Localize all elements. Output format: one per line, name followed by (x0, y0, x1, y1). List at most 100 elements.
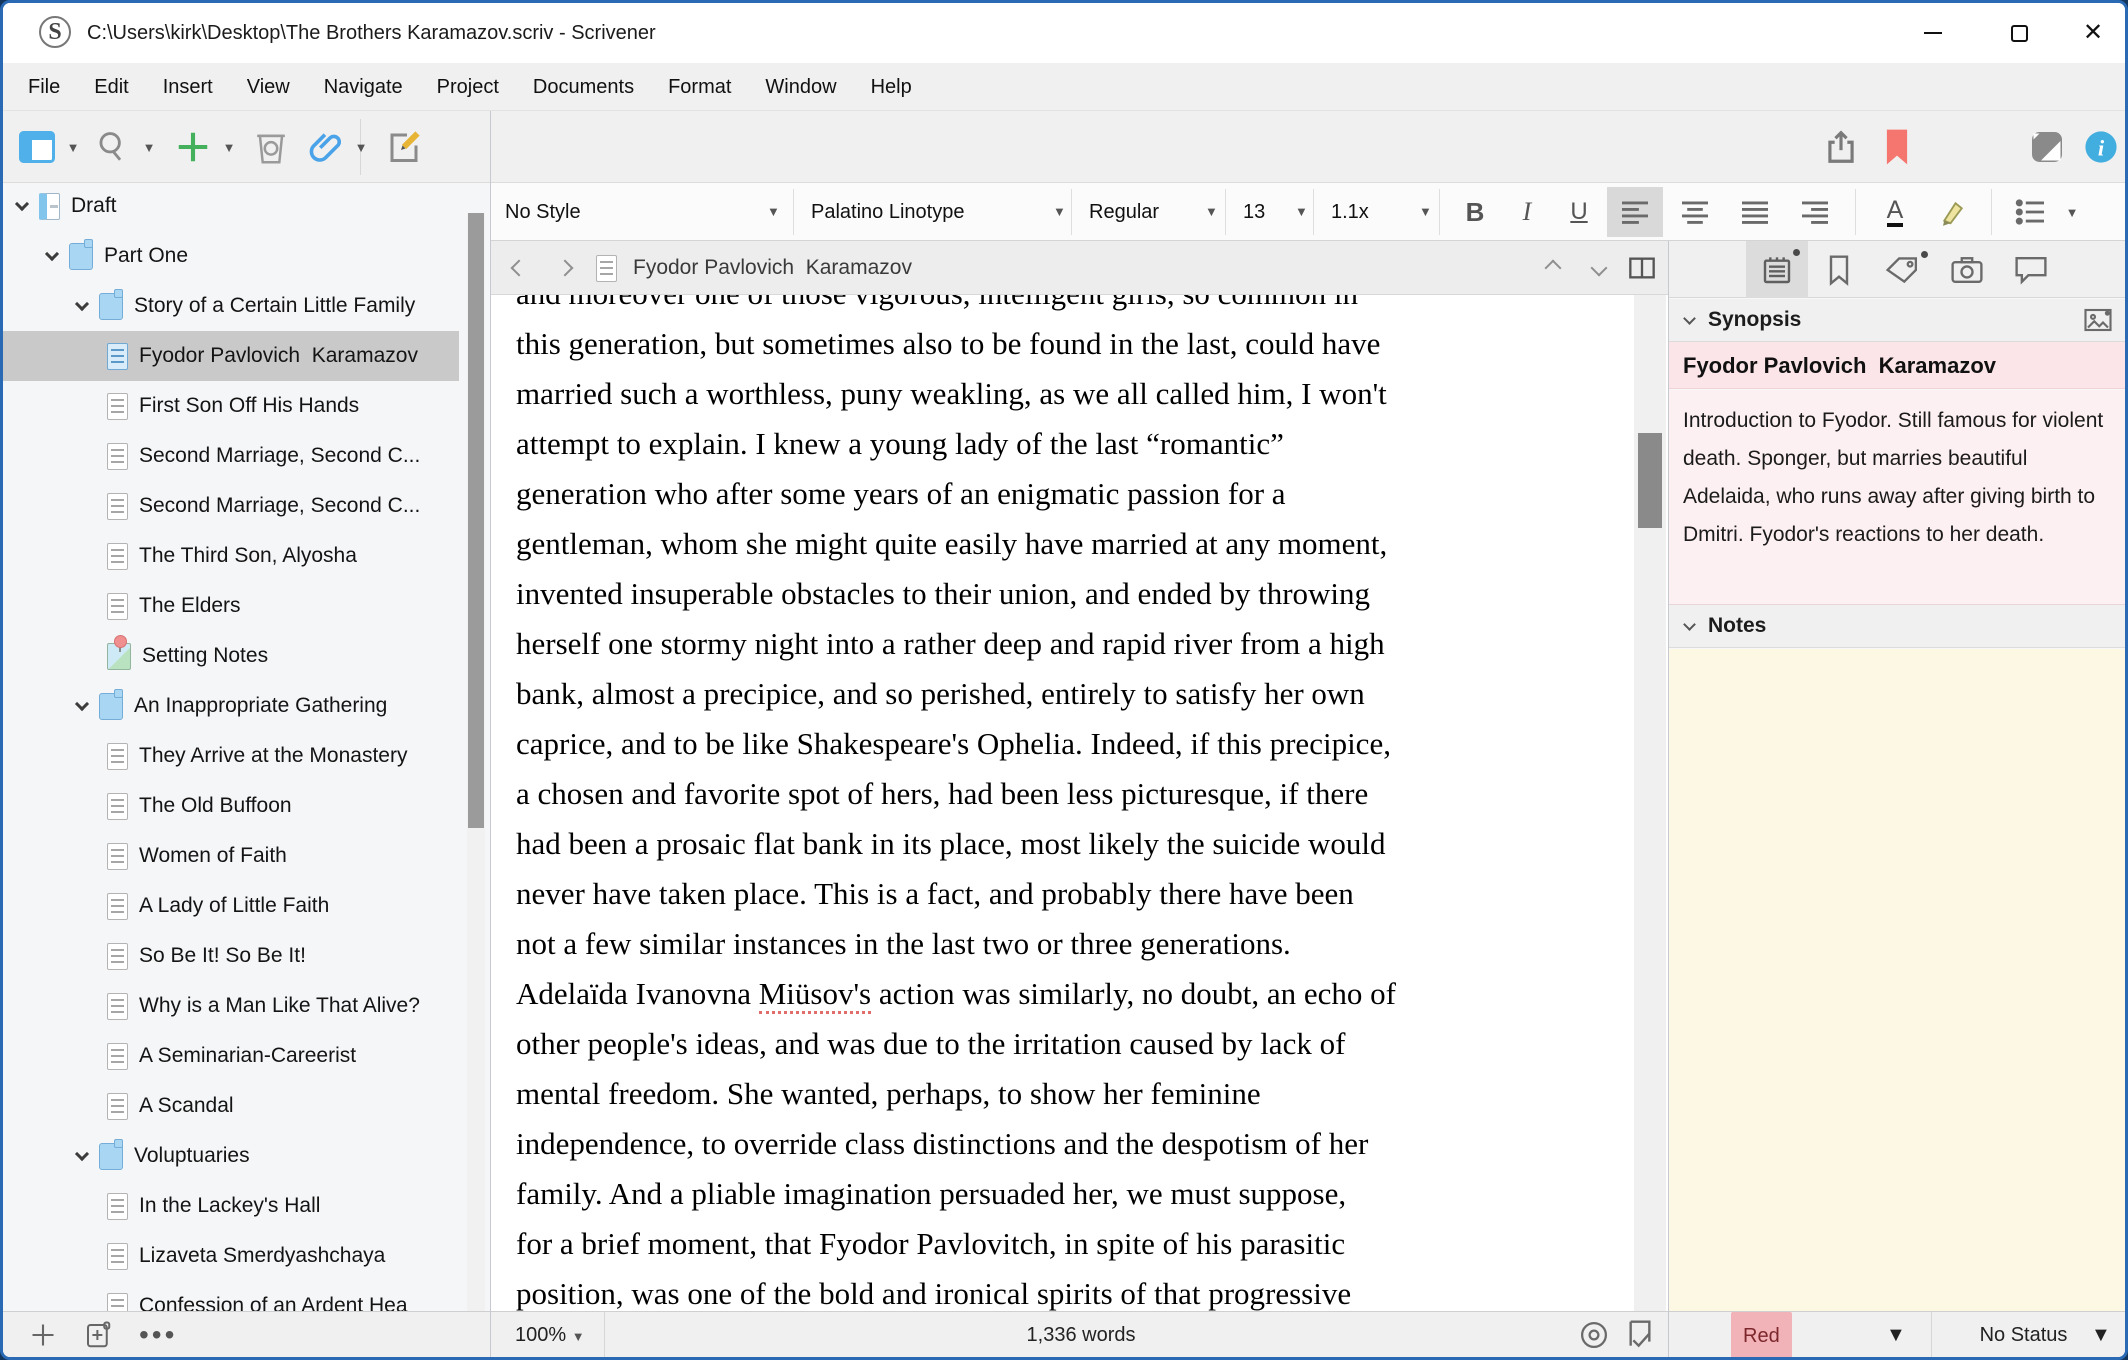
add-dropdown-arrow[interactable]: ▼ (219, 111, 239, 183)
chevron-down-icon[interactable] (75, 697, 89, 711)
notes-text-area[interactable] (1669, 649, 2125, 1311)
line-spacing-dropdown[interactable]: 1.1x▼ (1331, 183, 1369, 241)
next-document-icon[interactable] (1579, 241, 1619, 295)
bookmark-check-icon[interactable] (1625, 1312, 1669, 1358)
binder-item[interactable]: Second Marriage, Second C... (3, 481, 459, 531)
metadata-tab-icon[interactable] (1872, 241, 1934, 298)
menu-documents[interactable]: Documents (516, 63, 651, 111)
previous-document-icon[interactable] (1533, 241, 1573, 295)
editor-body[interactable]: and moreover one of those vigorous, inte… (491, 295, 1668, 1311)
justify-button[interactable] (1727, 187, 1783, 237)
inspector-info-icon[interactable]: i (2079, 111, 2123, 183)
binder-item[interactable]: They Arrive at the Monastery (3, 731, 459, 781)
status-selector[interactable]: No Status (1946, 1312, 2101, 1358)
bookmark-icon[interactable] (1875, 111, 1919, 183)
add-folder-icon[interactable] (83, 1320, 113, 1350)
synopsis-section-header[interactable]: Synopsis (1669, 299, 2125, 342)
trash-icon[interactable] (247, 111, 295, 183)
share-icon[interactable] (1815, 111, 1867, 183)
binder-item[interactable]: Voluptuaries (3, 1131, 459, 1181)
add-item-icon[interactable] (29, 1321, 57, 1349)
binder-item[interactable]: A Seminarian-Careerist (3, 1031, 459, 1081)
binder-item[interactable]: So Be It! So Be It! (3, 931, 459, 981)
zoom-control[interactable]: 100% ▼ (515, 1312, 585, 1358)
align-center-button[interactable] (1667, 187, 1723, 237)
list-dropdown-arrow[interactable]: ▼ (2059, 187, 2085, 237)
binder-item[interactable]: Second Marriage, Second C... (3, 431, 459, 481)
compose-mode-icon[interactable] (2021, 111, 2073, 183)
align-left-button[interactable] (1607, 187, 1663, 237)
binder-item[interactable]: Lizaveta Smerdyashchaya (3, 1231, 459, 1281)
underline-button[interactable]: U (1553, 187, 1605, 237)
menu-insert[interactable]: Insert (146, 63, 230, 111)
binder-scrollbar-thumb[interactable] (468, 213, 484, 828)
binder-dropdown-arrow[interactable]: ▼ (63, 111, 83, 183)
menu-project[interactable]: Project (420, 63, 516, 111)
binder-item[interactable]: First Son Off His Hands (3, 381, 459, 431)
style-dropdown[interactable]: No Style▼ (505, 183, 581, 241)
binder-item[interactable]: An Inappropriate Gathering (3, 681, 459, 731)
synopsis-text[interactable]: Introduction to Fyodor. Still famous for… (1669, 390, 2125, 605)
compose-icon[interactable] (379, 111, 429, 183)
binder-item[interactable]: A Scandal (3, 1081, 459, 1131)
title-bar[interactable]: S C:\Users\kirk\Desktop\The Brothers Kar… (3, 3, 2125, 63)
binder-item[interactable]: Fyodor Pavlovich Karamazov (3, 331, 459, 381)
split-view-icon[interactable] (1621, 241, 1663, 295)
editor-text[interactable]: and moreover one of those vigorous, inte… (516, 295, 1606, 1311)
binder-item[interactable]: The Elders (3, 581, 459, 631)
synopsis-image-icon[interactable] (2083, 306, 2113, 334)
binder-splitter[interactable] (490, 111, 491, 1357)
menu-format[interactable]: Format (651, 63, 748, 111)
menu-view[interactable]: View (230, 63, 307, 111)
bold-button[interactable]: B (1449, 187, 1501, 237)
menu-file[interactable]: File (11, 63, 77, 111)
notes-tab-icon[interactable] (1746, 241, 1808, 298)
binder-item[interactable]: The Old Buffoon (3, 781, 459, 831)
chevron-down-icon[interactable] (15, 197, 29, 211)
font-size-dropdown[interactable]: 13▼ (1243, 183, 1265, 241)
menu-edit[interactable]: Edit (77, 63, 145, 111)
search-icon[interactable] (91, 111, 135, 183)
comments-tab-icon[interactable] (2000, 241, 2062, 298)
snapshots-tab-icon[interactable] (1936, 241, 1998, 298)
synopsis-title[interactable]: Fyodor Pavlovich Karamazov (1669, 342, 2125, 389)
binder-item[interactable]: Setting Notes (3, 631, 459, 681)
binder-item[interactable]: Confession of an Ardent Hea (3, 1281, 459, 1311)
binder-item[interactable]: Part One (3, 231, 459, 281)
add-item-icon[interactable] (169, 111, 217, 183)
editor-scrollbar-thumb[interactable] (1638, 433, 1662, 528)
chevron-down-icon[interactable] (45, 247, 59, 261)
highlight-button[interactable] (1927, 187, 1979, 237)
paperclip-icon[interactable] (303, 111, 351, 183)
binder-scrollbar[interactable] (467, 213, 485, 1311)
binder-item[interactable]: Draft (3, 183, 459, 231)
binder-item[interactable]: Why is a Man Like That Alive? (3, 981, 459, 1031)
editor-scrollbar[interactable] (1634, 295, 1666, 1311)
binder-item[interactable]: In the Lackey's Hall (3, 1181, 459, 1231)
italic-button[interactable]: I (1501, 187, 1553, 237)
back-icon[interactable] (501, 241, 537, 295)
chevron-down-icon[interactable] (75, 297, 89, 311)
binder-item[interactable]: The Third Son, Alyosha (3, 531, 459, 581)
label-dropdown-arrow[interactable]: ▼ (1886, 1312, 1906, 1358)
menu-navigate[interactable]: Navigate (307, 63, 420, 111)
menu-window[interactable]: Window (748, 63, 853, 111)
inspector-splitter[interactable] (1668, 241, 1669, 1357)
chevron-down-icon[interactable] (75, 1147, 89, 1161)
text-color-button[interactable]: A (1869, 187, 1921, 237)
forward-icon[interactable] (547, 241, 583, 295)
font-variant-dropdown[interactable]: Regular▼ (1089, 183, 1159, 241)
binder-item[interactable]: A Lady of Little Faith (3, 881, 459, 931)
binder-toggle-icon[interactable] (15, 111, 59, 183)
maximize-button[interactable] (1987, 3, 2051, 63)
target-icon[interactable] (1579, 1312, 1619, 1358)
font-dropdown[interactable]: Palatino Linotype▼ (811, 183, 964, 241)
align-right-button[interactable] (1787, 187, 1843, 237)
list-button[interactable] (2003, 187, 2059, 237)
notes-section-header[interactable]: Notes (1669, 605, 2125, 648)
minimize-button[interactable] (1901, 3, 1965, 63)
bookmarks-tab-icon[interactable] (1808, 241, 1870, 298)
attach-dropdown-arrow[interactable]: ▼ (351, 111, 371, 183)
search-dropdown-arrow[interactable]: ▼ (139, 111, 159, 183)
label-selector[interactable]: Red (1731, 1312, 1792, 1358)
